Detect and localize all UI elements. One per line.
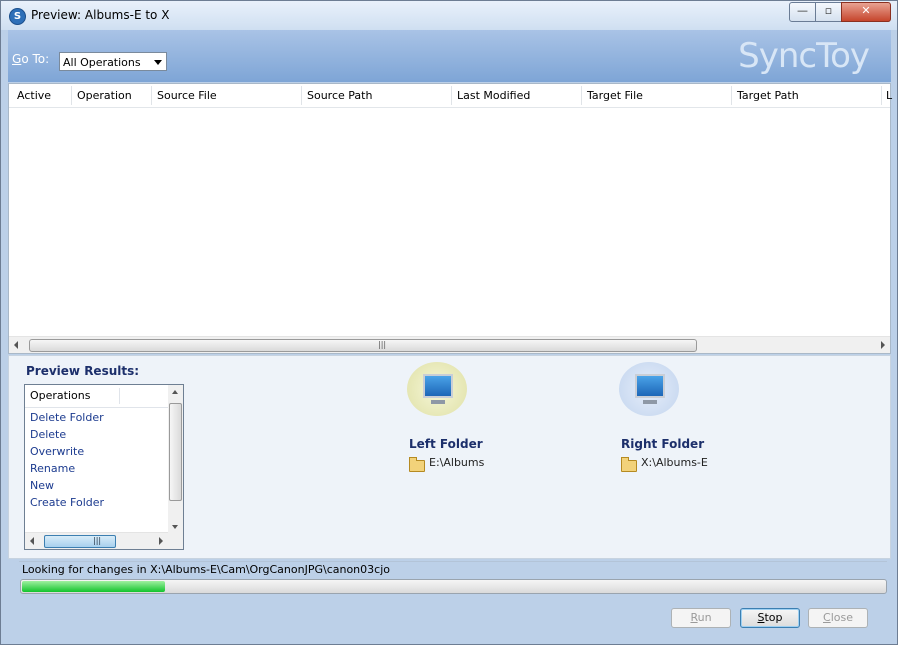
- scroll-up-icon[interactable]: [172, 390, 178, 394]
- minimize-button[interactable]: —: [789, 2, 816, 22]
- column-divider[interactable]: [881, 86, 882, 105]
- operation-create-folder[interactable]: Create Folder: [30, 496, 104, 509]
- column-header-source-path[interactable]: Source Path: [307, 89, 372, 102]
- scrollbar-corner: [168, 533, 183, 549]
- synctoy-app-icon: S: [9, 8, 26, 25]
- stop-button[interactable]: Stop: [740, 608, 800, 628]
- column-divider[interactable]: [301, 86, 302, 105]
- folder-icon: [621, 457, 637, 472]
- scroll-thumb[interactable]: |||: [44, 535, 116, 548]
- goto-label: Go To:: [12, 52, 50, 66]
- chevron-down-icon: [154, 60, 162, 65]
- column-divider[interactable]: [71, 86, 72, 105]
- computer-icon: [619, 362, 679, 416]
- column-divider[interactable]: [151, 86, 152, 105]
- operation-delete[interactable]: Delete: [30, 428, 66, 441]
- preview-window: S Preview: Albums-E to X — ▫ ✕ Go To: Al…: [0, 0, 898, 645]
- operations-horizontal-scrollbar[interactable]: |||: [25, 532, 168, 549]
- header-band: Go To: All Operations SyncToy: [8, 30, 891, 82]
- scroll-down-icon[interactable]: [172, 525, 178, 529]
- column-divider[interactable]: [581, 86, 582, 105]
- status-message: Looking for changes in X:\Albums-E\Cam\O…: [22, 563, 390, 576]
- operations-list[interactable]: Operations Delete Folder Delete Overwrit…: [24, 384, 184, 550]
- scroll-left-icon[interactable]: [30, 537, 34, 545]
- scroll-left-icon[interactable]: [14, 341, 18, 349]
- progress-fill: [22, 581, 165, 592]
- synctoy-logo: SyncToy: [738, 36, 870, 76]
- left-folder-label: Left Folder: [409, 437, 483, 451]
- close-button[interactable]: Close: [808, 608, 868, 628]
- grid-horizontal-scrollbar[interactable]: |||: [9, 336, 890, 353]
- operation-new[interactable]: New: [30, 479, 54, 492]
- scroll-right-icon[interactable]: [881, 341, 885, 349]
- right-folder-label: Right Folder: [621, 437, 705, 451]
- column-divider[interactable]: [119, 388, 120, 404]
- column-header-operation[interactable]: Operation: [77, 89, 132, 102]
- maximize-button[interactable]: ▫: [815, 2, 842, 22]
- scroll-thumb[interactable]: [169, 403, 182, 501]
- operations-column-header[interactable]: Operations: [30, 389, 90, 402]
- preview-grid[interactable]: Active Operation Source File Source Path…: [8, 83, 892, 354]
- preview-results-panel: Preview Results: Operations Delete Folde…: [8, 355, 891, 559]
- column-header-active[interactable]: Active: [17, 89, 51, 102]
- column-header-truncated[interactable]: L: [886, 89, 892, 102]
- left-folder-path: E:\Albums: [429, 456, 485, 469]
- scroll-right-icon[interactable]: [159, 537, 163, 545]
- column-header-target-file[interactable]: Target File: [587, 89, 643, 102]
- computer-icon: [407, 362, 467, 416]
- close-window-button[interactable]: ✕: [841, 2, 891, 22]
- title-bar[interactable]: S Preview: Albums-E to X — ▫ ✕: [1, 1, 897, 30]
- progress-bar: [20, 579, 887, 594]
- grid-header: Active Operation Source File Source Path…: [9, 84, 892, 108]
- operations-vertical-scrollbar[interactable]: [168, 385, 183, 533]
- operation-delete-folder[interactable]: Delete Folder: [30, 411, 104, 424]
- goto-selected-value: All Operations: [63, 56, 141, 69]
- operation-overwrite[interactable]: Overwrite: [30, 445, 84, 458]
- folder-icon: [409, 457, 425, 472]
- column-divider[interactable]: [451, 86, 452, 105]
- preview-results-title: Preview Results:: [26, 364, 140, 378]
- divider: [19, 561, 887, 562]
- column-header-source-file[interactable]: Source File: [157, 89, 217, 102]
- right-folder-path: X:\Albums-E: [641, 456, 708, 469]
- window-title: Preview: Albums-E to X: [31, 8, 170, 22]
- scroll-thumb[interactable]: |||: [29, 339, 697, 352]
- operations-list-header: Operations: [25, 385, 168, 408]
- column-divider[interactable]: [731, 86, 732, 105]
- grip-icon: |||: [378, 340, 387, 349]
- operation-rename[interactable]: Rename: [30, 462, 75, 475]
- grip-icon: |||: [93, 536, 102, 545]
- column-header-last-modified[interactable]: Last Modified: [457, 89, 530, 102]
- goto-dropdown[interactable]: All Operations: [59, 52, 167, 71]
- column-header-target-path[interactable]: Target Path: [737, 89, 799, 102]
- run-button[interactable]: Run: [671, 608, 731, 628]
